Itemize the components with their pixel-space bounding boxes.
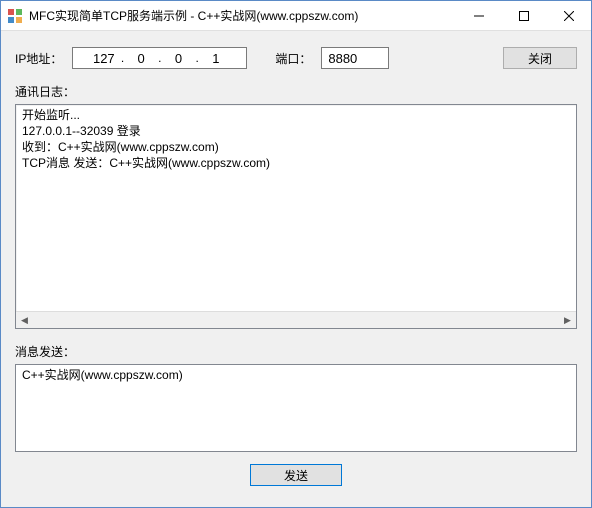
window-controls [456, 1, 591, 31]
ip-dot: . [194, 51, 201, 65]
scroll-right-icon[interactable]: ▶ [559, 312, 576, 328]
log-content[interactable]: 开始监听... 127.0.0.1--32039 登录 收到：C++实战网(ww… [16, 105, 576, 311]
ip-dot: . [156, 51, 163, 65]
ip-octet-2[interactable] [126, 50, 156, 67]
ip-octet-3[interactable] [164, 50, 194, 67]
maximize-button[interactable] [501, 1, 546, 30]
send-textarea[interactable] [15, 364, 577, 452]
send-button[interactable]: 发送 [250, 464, 342, 486]
close-connection-button[interactable]: 关闭 [503, 47, 577, 69]
log-box: 开始监听... 127.0.0.1--32039 登录 收到：C++实战网(ww… [15, 104, 577, 329]
send-label: 消息发送： [15, 343, 577, 360]
close-window-button[interactable] [546, 1, 591, 30]
title-bar[interactable]: MFC实现简单TCP服务端示例 - C++实战网(www.cppszw.com) [1, 1, 591, 31]
app-window: MFC实现简单TCP服务端示例 - C++实战网(www.cppszw.com)… [0, 0, 592, 508]
horizontal-scrollbar[interactable]: ◀ ▶ [16, 311, 576, 328]
ip-octet-4[interactable] [201, 50, 231, 67]
client-area: IP地址： . . . 端口： 关闭 通讯日志： 开始监听... 127.0.0… [1, 31, 591, 507]
ip-octet-1[interactable] [89, 50, 119, 67]
window-title: MFC实现简单TCP服务端示例 - C++实战网(www.cppszw.com) [29, 7, 358, 24]
log-label: 通讯日志： [15, 83, 577, 100]
scroll-track[interactable] [33, 312, 559, 328]
minimize-button[interactable] [456, 1, 501, 30]
connection-row: IP地址： . . . 端口： 关闭 [15, 47, 577, 69]
scroll-left-icon[interactable]: ◀ [16, 312, 33, 328]
port-input[interactable] [321, 47, 389, 69]
app-icon [7, 8, 23, 24]
ip-label: IP地址： [15, 50, 62, 67]
ip-address-input[interactable]: . . . [72, 47, 247, 69]
ip-dot: . [119, 51, 126, 65]
send-button-row: 发送 [15, 464, 577, 486]
port-label: 端口： [275, 50, 311, 67]
